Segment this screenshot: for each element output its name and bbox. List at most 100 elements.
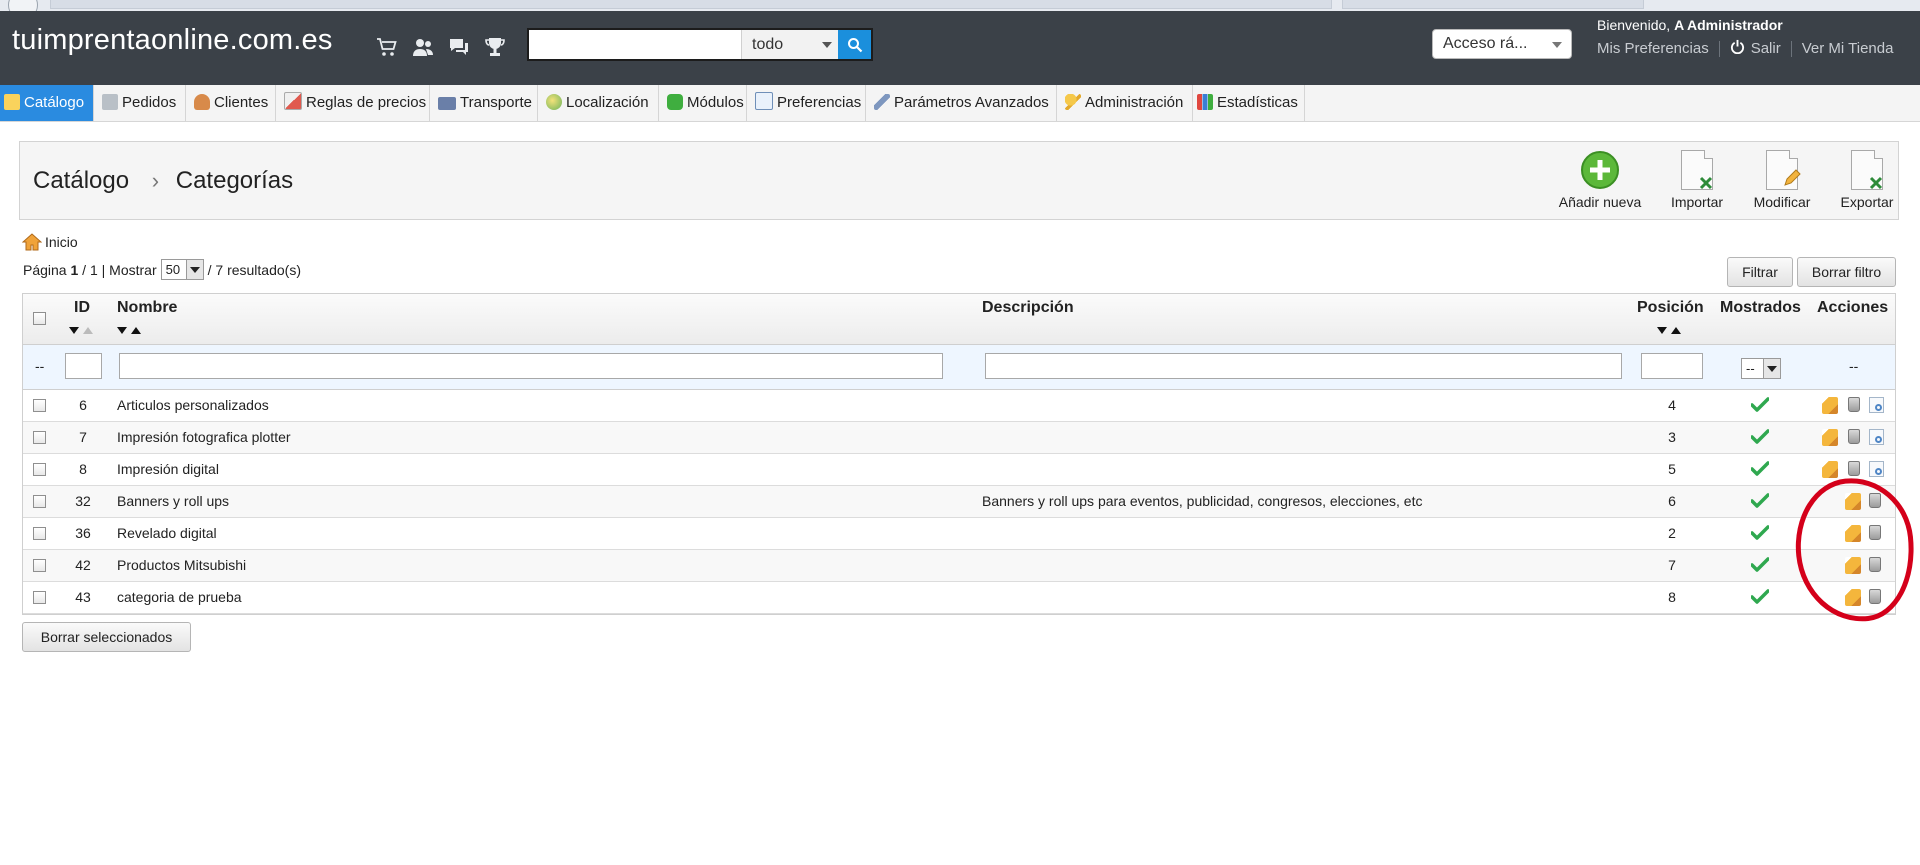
edit-icon[interactable] (1845, 525, 1861, 542)
browser-tab[interactable] (1342, 0, 1644, 9)
browser-tab[interactable] (50, 0, 1332, 9)
table-row[interactable]: 36 Revelado digital 2 (23, 518, 1895, 550)
edit-icon[interactable] (1822, 429, 1838, 446)
tab-clientes[interactable]: Clientes (190, 85, 276, 121)
row-name[interactable]: Articulos personalizados (117, 390, 269, 421)
row-name[interactable]: Banners y roll ups (117, 486, 229, 517)
filter-position-input[interactable] (1641, 353, 1703, 379)
sort-desc-icon[interactable] (117, 327, 127, 334)
check-icon[interactable] (1750, 525, 1770, 545)
view-icon[interactable] (1869, 461, 1885, 478)
row-checkbox[interactable] (33, 559, 46, 572)
home-link[interactable]: Inicio (22, 233, 78, 251)
delete-icon[interactable] (1869, 525, 1882, 542)
tab-estadisticas[interactable]: Estadísticas (1193, 85, 1305, 121)
row-checkbox[interactable] (33, 495, 46, 508)
modify-button[interactable]: Modificar (1745, 150, 1819, 210)
tab-administracion[interactable]: Administración (1061, 85, 1193, 121)
tab-transporte[interactable]: Transporte (434, 85, 538, 121)
column-name[interactable]: Nombre (117, 299, 177, 317)
check-icon[interactable] (1750, 589, 1770, 609)
tab-reglas-precios[interactable]: Reglas de precios (280, 85, 430, 121)
tab-modulos[interactable]: Módulos (663, 85, 747, 121)
sort-asc-icon[interactable] (1671, 327, 1681, 334)
tab-pedidos[interactable]: Pedidos (98, 85, 186, 121)
filter-id-input[interactable] (65, 353, 102, 379)
sort-asc-icon[interactable] (83, 327, 93, 334)
edit-icon[interactable] (1845, 557, 1861, 574)
add-new-button[interactable]: Añadir nueva (1551, 150, 1649, 210)
delete-selected-button[interactable]: Borrar seleccionados (22, 622, 191, 652)
filter-description-input[interactable] (985, 353, 1622, 379)
edit-icon[interactable] (1822, 461, 1838, 478)
quick-access-select[interactable]: Acceso rá... (1432, 29, 1572, 59)
filter-button[interactable]: Filtrar (1727, 257, 1793, 287)
row-checkbox[interactable] (33, 591, 46, 604)
shop-name[interactable]: tuimprentaonline.com.es (12, 24, 333, 57)
table-row[interactable]: 8 Impresión digital 5 (23, 454, 1895, 486)
tab-localizacion[interactable]: Localización (542, 85, 659, 121)
filter-name-input[interactable] (119, 353, 943, 379)
row-name[interactable]: Revelado digital (117, 518, 217, 549)
row-checkbox[interactable] (33, 431, 46, 444)
reset-filter-button[interactable]: Borrar filtro (1797, 257, 1896, 287)
view-icon[interactable] (1869, 429, 1885, 446)
column-id[interactable]: ID (74, 299, 90, 317)
tab-parametros-avanzados[interactable]: Parámetros Avanzados (870, 85, 1057, 121)
table-row[interactable]: 43 categoria de prueba 8 (23, 582, 1895, 614)
trophy-icon[interactable] (483, 35, 507, 59)
search-button[interactable] (838, 30, 871, 59)
row-position: 5 (1668, 461, 1676, 477)
chat-icon[interactable] (447, 35, 471, 59)
table-row[interactable]: 7 Impresión fotografica plotter 3 (23, 422, 1895, 454)
row-name[interactable]: Impresión fotografica plotter (117, 422, 291, 453)
sort-desc-icon[interactable] (69, 327, 79, 334)
table-row[interactable]: 32 Banners y roll ups Banners y roll ups p… (23, 486, 1895, 518)
column-position[interactable]: Posición (1637, 299, 1704, 317)
check-icon[interactable] (1750, 429, 1770, 449)
row-id: 8 (79, 461, 87, 477)
sort-asc-icon[interactable] (131, 327, 141, 334)
check-icon[interactable] (1750, 461, 1770, 481)
logout-link[interactable]: Salir (1751, 40, 1781, 57)
tab-catalogo[interactable]: Catálogo (0, 85, 94, 121)
edit-icon[interactable] (1845, 589, 1861, 606)
table-row[interactable]: 6 Articulos personalizados 4 (23, 390, 1895, 422)
row-checkbox[interactable] (33, 527, 46, 540)
breadcrumb-root[interactable]: Catálogo (33, 167, 129, 194)
edit-icon[interactable] (1845, 493, 1861, 510)
tab-preferencias[interactable]: Preferencias (751, 85, 866, 121)
per-page-select[interactable]: 50 (160, 259, 204, 280)
cart-icon[interactable] (375, 35, 399, 59)
filter-placeholder: -- (35, 358, 45, 374)
check-icon[interactable] (1750, 397, 1770, 417)
delete-icon[interactable] (1869, 589, 1882, 606)
tab-label: Estadísticas (1217, 94, 1298, 111)
delete-icon[interactable] (1848, 397, 1861, 414)
delete-icon[interactable] (1848, 461, 1861, 478)
users-icon[interactable] (411, 35, 435, 59)
check-icon[interactable] (1750, 493, 1770, 513)
sort-desc-icon[interactable] (1657, 327, 1667, 334)
delete-icon[interactable] (1869, 493, 1882, 510)
row-checkbox[interactable] (33, 399, 46, 412)
filter-displayed-select[interactable]: -- (1741, 358, 1781, 379)
search-input[interactable] (529, 30, 751, 59)
row-checkbox[interactable] (33, 463, 46, 476)
select-all-checkbox[interactable] (33, 312, 46, 325)
export-button[interactable]: Exportar (1830, 150, 1904, 210)
row-name[interactable]: categoria de prueba (117, 582, 242, 613)
table-row[interactable]: 42 Productos Mitsubishi 7 (23, 550, 1895, 582)
row-position: 4 (1668, 397, 1676, 413)
search-scope-select[interactable]: todo (741, 30, 840, 59)
check-icon[interactable] (1750, 557, 1770, 577)
view-icon[interactable] (1869, 397, 1885, 414)
delete-icon[interactable] (1848, 429, 1861, 446)
edit-icon[interactable] (1822, 397, 1838, 414)
delete-icon[interactable] (1869, 557, 1882, 574)
row-name[interactable]: Impresión digital (117, 454, 219, 485)
import-button[interactable]: Importar (1660, 150, 1734, 210)
view-shop-link[interactable]: Ver Mi Tienda (1802, 40, 1894, 57)
my-preferences-link[interactable]: Mis Preferencias (1597, 40, 1709, 57)
row-name[interactable]: Productos Mitsubishi (117, 550, 246, 581)
